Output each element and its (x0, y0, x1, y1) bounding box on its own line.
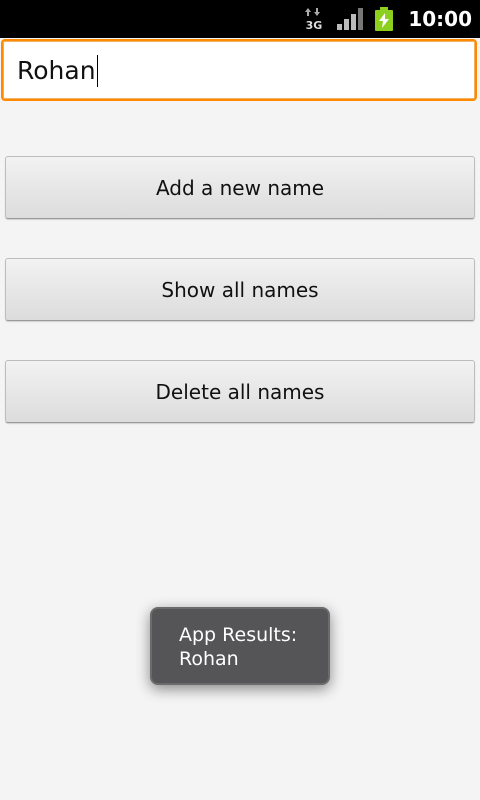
name-input-field[interactable]: Rohan (1, 39, 477, 101)
signal-strength-icon (336, 6, 364, 32)
show-names-button[interactable]: Show all names (5, 258, 475, 321)
add-name-button[interactable]: Add a new name (5, 156, 475, 219)
status-clock: 10:00 (408, 7, 472, 31)
delete-names-button[interactable]: Delete all names (5, 360, 475, 423)
battery-charging-icon (374, 6, 394, 32)
status-icons: 3G 10:00 (302, 0, 472, 38)
name-input-value: Rohan (17, 56, 96, 85)
text-cursor (96, 55, 98, 87)
network-type-label: 3G (306, 19, 323, 32)
3g-data-icon: 3G (302, 6, 326, 32)
name-input-text[interactable]: Rohan (17, 55, 98, 87)
toast-result: Rohan (179, 648, 239, 670)
status-bar: 3G 10:00 (0, 0, 480, 38)
toast-title: App Results: (179, 624, 298, 646)
toast-message: App Results: Rohan (150, 607, 330, 685)
